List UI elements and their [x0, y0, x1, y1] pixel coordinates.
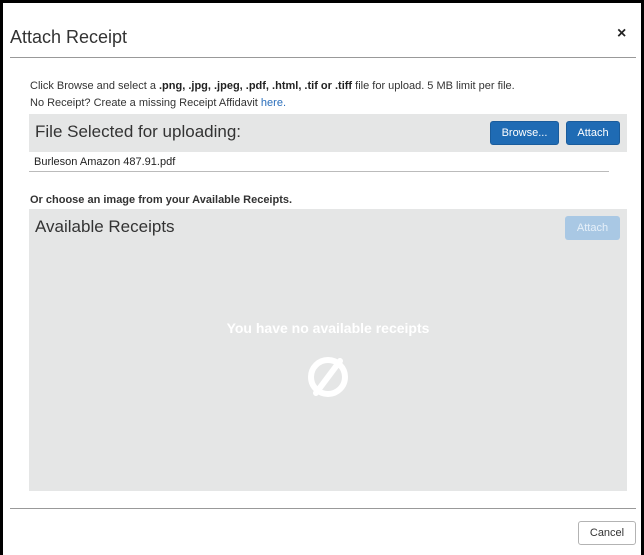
- header-divider: [10, 57, 636, 58]
- upload-instructions: Click Browse and select a .png, .jpg, .j…: [30, 80, 515, 92]
- file-selected-label: File Selected for uploading:: [35, 122, 242, 141]
- available-receipts-intro: Or choose an image from your Available R…: [30, 194, 293, 206]
- instructions-suffix: file for upload. 5 MB limit per file.: [352, 80, 515, 92]
- empty-receipts-message: You have no available receipts: [226, 320, 430, 336]
- instructions-formats: .png, .jpg, .jpeg, .pdf, .html, .tif or …: [159, 80, 353, 92]
- affidavit-link[interactable]: here.: [261, 97, 286, 109]
- missing-receipt-text: No Receipt? Create a missing Receipt Aff…: [30, 97, 261, 109]
- selected-file-name: Burleson Amazon 487.91.pdf: [34, 156, 176, 168]
- file-divider: [29, 171, 609, 172]
- dialog-title: Attach Receipt: [10, 27, 128, 47]
- file-upload-panel: File Selected for uploading: Browse... A…: [29, 114, 627, 152]
- close-icon[interactable]: ×: [617, 26, 626, 42]
- attach-available-button[interactable]: Attach: [565, 216, 620, 240]
- missing-receipt-line: No Receipt? Create a missing Receipt Aff…: [30, 97, 286, 109]
- no-symbol-icon: [308, 357, 348, 397]
- browse-button[interactable]: Browse...: [490, 121, 559, 145]
- available-receipts-label: Available Receipts: [35, 217, 175, 236]
- instructions-prefix: Click Browse and select a: [30, 80, 159, 92]
- attach-button[interactable]: Attach: [566, 121, 620, 145]
- available-receipts-panel: Available Receipts Attach You have no av…: [29, 209, 627, 491]
- cancel-button[interactable]: Cancel: [578, 521, 636, 545]
- footer-divider: [10, 508, 636, 509]
